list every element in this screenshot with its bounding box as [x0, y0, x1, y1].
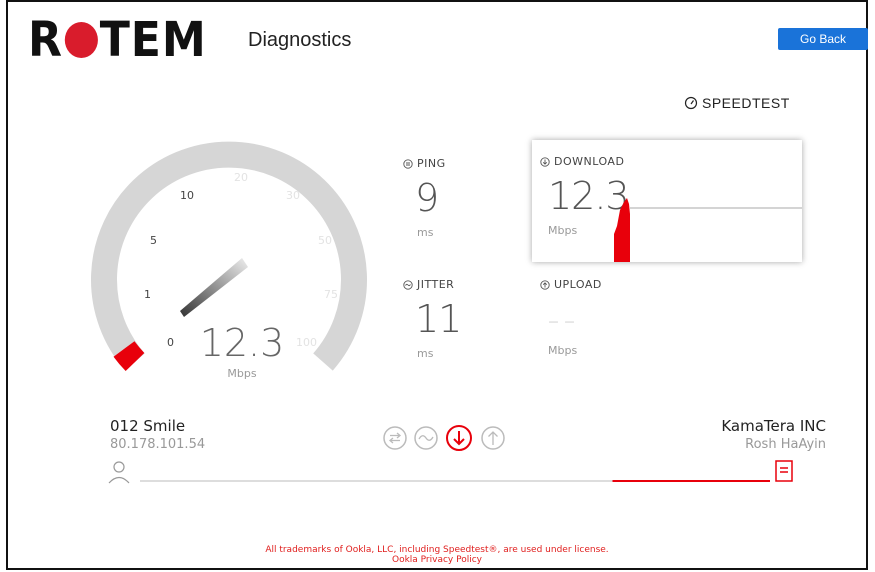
isp-ip: 80.178.101.54 — [110, 437, 206, 452]
gauge-tick-30: 30 — [286, 189, 300, 202]
server-info: KamaTera INC Rosh HaAyin — [721, 417, 826, 452]
speed-gauge: 0 1 5 10 20 30 50 75 100 12.3 Mbps — [91, 141, 367, 380]
ping-metric: PING 9 ms — [403, 157, 446, 239]
ping-label: PING — [417, 157, 446, 170]
stage-download-icon — [446, 425, 472, 451]
gauge-tick-50: 50 — [318, 234, 332, 247]
gauge-tick-100: 100 — [296, 336, 317, 349]
footer-privacy-link[interactable]: Ookla Privacy Policy — [8, 555, 866, 565]
download-graph-area — [614, 198, 630, 262]
footer: All trademarks of Ookla, LLC, including … — [8, 545, 866, 565]
jitter-unit: ms — [417, 347, 434, 360]
download-label: DOWNLOAD — [554, 155, 625, 168]
upload-unit: Mbps — [548, 344, 578, 357]
page-title: Diagnostics — [248, 29, 352, 51]
isp-name: 012 Smile — [110, 417, 186, 435]
upload-label: UPLOAD — [554, 278, 602, 291]
logo-circle-icon — [64, 22, 98, 58]
download-icon — [540, 156, 550, 167]
gauge-tick-20: 20 — [234, 171, 248, 184]
gauge-tick-10: 10 — [180, 189, 194, 202]
gauge-progress — [113, 341, 145, 372]
download-graph — [614, 198, 802, 262]
upload-value: – – — [548, 309, 575, 334]
gauge-value: 12.3 — [200, 321, 285, 365]
speedtest-brand-label: SPEEDTEST — [702, 95, 790, 111]
rotem-logo: R TEM — [28, 12, 207, 68]
server-doc-icon[interactable] — [775, 460, 793, 482]
stage-jitter-icon — [414, 426, 438, 450]
ping-value: 9 — [415, 176, 439, 220]
gauge-needle — [180, 258, 248, 317]
gauge-tick-5: 5 — [150, 234, 157, 247]
go-back-button[interactable]: Go Back — [778, 28, 868, 50]
stage-ping-icon — [383, 426, 407, 450]
speedtest-brand: SPEEDTEST — [684, 95, 790, 111]
jitter-value: 11 — [415, 297, 462, 341]
stage-icons — [383, 425, 505, 451]
speedtest-gauge-icon — [684, 96, 698, 110]
jitter-icon — [403, 279, 413, 290]
server-name: KamaTera INC — [721, 417, 826, 435]
app-frame: R TEM Diagnostics Go Back SPEEDTEST 0 1 5… — [6, 0, 868, 570]
gauge-tick-1: 1 — [144, 288, 151, 301]
jitter-label: JITTER — [417, 278, 455, 291]
connection-line — [140, 480, 770, 482]
jitter-metric: JITTER 11 ms — [403, 278, 462, 360]
footer-trademark: All trademarks of Ookla, LLC, including … — [265, 545, 609, 555]
gauge-tick-0: 0 — [167, 336, 174, 349]
stage-upload-icon — [481, 426, 505, 450]
ping-unit: ms — [417, 226, 434, 239]
gauge-unit: Mbps — [227, 367, 256, 380]
upload-icon — [540, 279, 550, 290]
gauge-tick-75: 75 — [324, 288, 338, 301]
ping-icon — [403, 158, 413, 169]
download-card: DOWNLOAD 12.3 Mbps — [532, 140, 802, 262]
isp-info: 012 Smile 80.178.101.54 — [110, 417, 205, 452]
server-location: Rosh HaAyin — [745, 437, 826, 452]
user-icon — [108, 461, 130, 484]
upload-metric: UPLOAD – – Mbps — [540, 278, 602, 357]
